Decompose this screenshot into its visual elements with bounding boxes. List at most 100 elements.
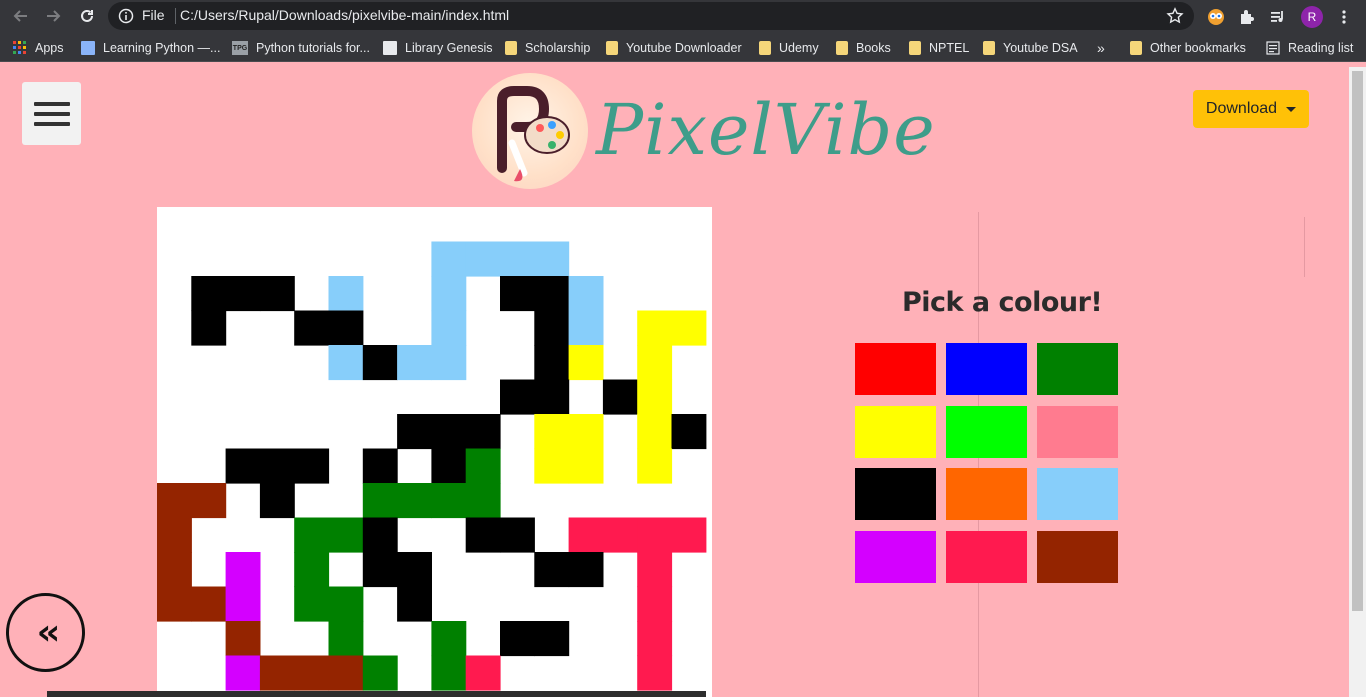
pixel-cell[interactable] xyxy=(602,379,638,415)
media-control-icon[interactable] xyxy=(1267,6,1289,28)
pixel-cell[interactable] xyxy=(534,414,570,450)
pixel-cell[interactable] xyxy=(328,621,364,657)
pixel-cell[interactable] xyxy=(465,448,501,484)
pixel-cell[interactable] xyxy=(637,379,673,415)
pixel-cell[interactable] xyxy=(534,310,570,346)
pixel-cell[interactable] xyxy=(191,586,227,622)
pixel-cell[interactable] xyxy=(568,310,604,346)
pixel-cell[interactable] xyxy=(294,586,330,622)
pixel-cell[interactable] xyxy=(362,655,398,691)
pixel-cell[interactable] xyxy=(397,483,432,519)
pixel-cell[interactable] xyxy=(431,448,467,484)
pixel-cell[interactable] xyxy=(362,517,398,553)
star-bookmark-icon[interactable] xyxy=(1166,7,1184,29)
address-bar[interactable]: File C:/Users/Rupal/Downloads/pixelvibe-… xyxy=(108,2,1194,30)
pixel-cell[interactable] xyxy=(671,517,707,553)
bookmark-scholarship[interactable]: Scholarship xyxy=(505,39,590,57)
pixel-cell[interactable] xyxy=(465,241,501,277)
pixel-cell[interactable] xyxy=(225,276,261,312)
pixel-cell[interactable] xyxy=(259,655,295,691)
pixel-cell[interactable] xyxy=(225,448,261,484)
pixel-cell[interactable] xyxy=(157,517,192,553)
pixel-cell[interactable] xyxy=(362,448,398,484)
pixel-cell[interactable] xyxy=(637,552,673,588)
scrollbar-thumb[interactable] xyxy=(1352,71,1363,611)
pixel-cell[interactable] xyxy=(534,241,570,277)
bookmark-youtube-dsa[interactable]: Youtube DSA xyxy=(983,39,1078,57)
pixel-grid[interactable] xyxy=(157,207,712,697)
info-icon[interactable] xyxy=(118,8,134,28)
bookmark-library-genesis[interactable]: Library Genesis xyxy=(383,39,493,57)
extensions-puzzle-icon[interactable] xyxy=(1236,6,1258,28)
pixel-cell[interactable] xyxy=(362,483,398,519)
url-text[interactable]: C:/Users/Rupal/Downloads/pixelvibe-main/… xyxy=(180,7,509,23)
reload-icon[interactable] xyxy=(76,5,98,27)
pixel-cell[interactable] xyxy=(397,345,432,381)
pixel-cell[interactable] xyxy=(534,552,570,588)
pixel-cell[interactable] xyxy=(328,345,364,381)
pixel-cell[interactable] xyxy=(431,621,467,657)
pixel-cell[interactable] xyxy=(431,655,467,691)
colour-swatch[interactable] xyxy=(855,405,936,458)
pixel-cell[interactable] xyxy=(568,276,604,312)
extension-owl-icon[interactable] xyxy=(1205,6,1227,28)
reading-list-button[interactable]: Reading list xyxy=(1266,39,1353,57)
profile-avatar[interactable]: R xyxy=(1301,6,1323,28)
pixel-cell[interactable] xyxy=(568,552,604,588)
pixel-cell[interactable] xyxy=(225,552,261,588)
pixel-cell[interactable] xyxy=(534,621,570,657)
bookmark-other-bookmarks[interactable]: Other bookmarks xyxy=(1130,39,1246,57)
pixel-cell[interactable] xyxy=(225,655,261,691)
pixel-cell[interactable] xyxy=(431,483,467,519)
pixel-cell[interactable] xyxy=(328,276,364,312)
pixel-cell[interactable] xyxy=(294,517,330,553)
pixel-canvas[interactable] xyxy=(157,207,712,697)
pixel-cell[interactable] xyxy=(637,345,673,381)
forward-arrow-icon[interactable] xyxy=(42,5,64,27)
pixel-cell[interactable] xyxy=(500,276,535,312)
pixel-cell[interactable] xyxy=(294,552,330,588)
pixel-cell[interactable] xyxy=(465,414,501,450)
pixel-cell[interactable] xyxy=(637,586,673,622)
colour-swatch[interactable] xyxy=(1037,530,1118,583)
pixel-cell[interactable] xyxy=(637,655,673,691)
bookmark-udemy[interactable]: Udemy xyxy=(759,39,819,57)
colour-swatch[interactable] xyxy=(855,468,936,520)
pixel-cell[interactable] xyxy=(465,483,501,519)
pixel-cell[interactable] xyxy=(500,241,535,277)
bookmark-books[interactable]: Books xyxy=(836,39,891,57)
pixel-cell[interactable] xyxy=(259,483,295,519)
pixel-cell[interactable] xyxy=(328,517,364,553)
bookmark-apps[interactable]: Apps xyxy=(13,39,64,57)
pixel-cell[interactable] xyxy=(465,655,501,691)
pixel-cell[interactable] xyxy=(294,448,330,484)
pixel-cell[interactable] xyxy=(534,448,570,484)
pixel-cell[interactable] xyxy=(671,310,707,346)
pixel-cell[interactable] xyxy=(637,517,673,553)
horizontal-scrollbar[interactable] xyxy=(47,691,706,697)
pixel-cell[interactable] xyxy=(431,241,467,277)
pixel-cell[interactable] xyxy=(191,276,227,312)
more-menu-icon[interactable] xyxy=(1333,6,1355,28)
pixel-cell[interactable] xyxy=(568,414,604,450)
pixel-cell[interactable] xyxy=(637,310,673,346)
vertical-scrollbar[interactable] xyxy=(1349,67,1366,697)
pixel-cell[interactable] xyxy=(362,345,398,381)
pixel-cell[interactable] xyxy=(602,517,638,553)
colour-swatch[interactable] xyxy=(946,405,1027,458)
pixel-cell[interactable] xyxy=(431,276,467,312)
bookmark-youtube-downloader[interactable]: Youtube Downloader xyxy=(606,39,742,57)
pixel-cell[interactable] xyxy=(637,448,673,484)
colour-swatch[interactable] xyxy=(1037,343,1118,395)
pixel-cell[interactable] xyxy=(431,414,467,450)
download-dropdown-button[interactable]: Download xyxy=(1193,90,1309,128)
back-chevrons-button[interactable]: ‹‹ xyxy=(6,593,85,672)
pixel-cell[interactable] xyxy=(157,552,192,588)
pixel-cell[interactable] xyxy=(568,448,604,484)
pixel-cell[interactable] xyxy=(191,483,227,519)
bookmark-nptel[interactable]: NPTEL xyxy=(909,39,969,57)
pixel-cell[interactable] xyxy=(534,276,570,312)
back-arrow-icon[interactable] xyxy=(10,5,32,27)
pixel-cell[interactable] xyxy=(191,310,227,346)
pixel-cell[interactable] xyxy=(328,310,364,346)
